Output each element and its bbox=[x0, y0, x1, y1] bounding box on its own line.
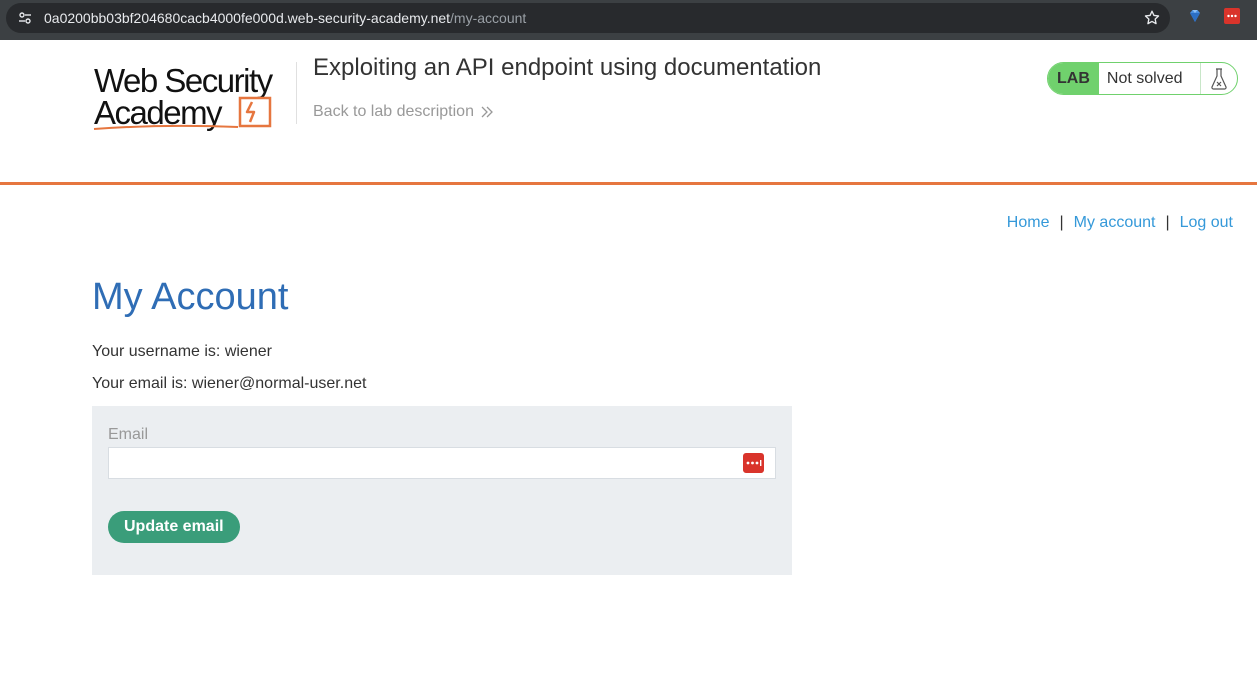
url-text[interactable]: 0a0200bb03bf204680cacb4000fe000d.web-sec… bbox=[44, 10, 526, 26]
back-to-lab-description-link[interactable]: Back to lab description bbox=[313, 103, 494, 121]
update-email-form: Email Update email bbox=[92, 406, 792, 575]
web-security-academy-logo[interactable]: Web Security Academy bbox=[92, 60, 296, 132]
flask-icon bbox=[1211, 67, 1228, 90]
flask-button bbox=[1201, 63, 1237, 94]
lab-badge: LAB bbox=[1048, 63, 1099, 94]
email-label: Email bbox=[108, 426, 149, 443]
update-email-button[interactable]: Update email bbox=[108, 511, 240, 543]
browser-toolbar: 0a0200bb03bf204680cacb4000fe000d.web-sec… bbox=[0, 0, 1257, 40]
nav-log-out-link[interactable]: Log out bbox=[1180, 214, 1233, 232]
double-chevron-right-icon bbox=[481, 106, 493, 118]
nav-separator: | bbox=[1059, 214, 1064, 231]
nav-home-link[interactable]: Home bbox=[1007, 214, 1050, 232]
page-title: My Account bbox=[92, 276, 289, 318]
logo-divider bbox=[296, 62, 297, 124]
nav-my-account-link[interactable]: My account bbox=[1074, 214, 1156, 232]
lab-status-text: Not solved bbox=[1099, 63, 1202, 94]
username-info: Your username is: wiener bbox=[92, 343, 272, 360]
url-path: /my-account bbox=[450, 10, 527, 26]
email-input[interactable] bbox=[108, 447, 776, 479]
nav-separator: | bbox=[1165, 214, 1170, 231]
top-navigation: Home | My account | Log out bbox=[1007, 214, 1233, 232]
url-host: 0a0200bb03bf204680cacb4000fe000d.web-sec… bbox=[44, 10, 451, 26]
site-info-icon[interactable] bbox=[18, 11, 32, 25]
lab-title: Exploiting an API endpoint using documen… bbox=[313, 54, 822, 81]
star-icon[interactable] bbox=[1143, 9, 1161, 27]
password-manager-icon[interactable] bbox=[743, 453, 764, 473]
extension-icon[interactable] bbox=[1187, 8, 1203, 24]
lab-status-widget: LAB Not solved bbox=[1047, 62, 1239, 95]
password-manager-extension-icon[interactable] bbox=[1224, 8, 1240, 24]
back-link-label: Back to lab description bbox=[313, 103, 474, 120]
email-info: Your email is: wiener@normal-user.net bbox=[92, 375, 367, 392]
lab-header: Web Security Academy Exploiting an API e… bbox=[0, 40, 1257, 185]
address-bar[interactable]: 0a0200bb03bf204680cacb4000fe000d.web-sec… bbox=[6, 3, 1170, 33]
